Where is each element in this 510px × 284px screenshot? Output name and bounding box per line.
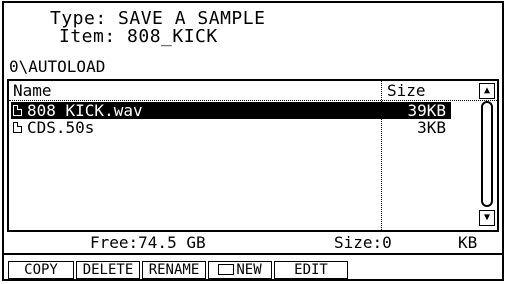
current-path: 0\AUTOLOAD: [9, 57, 106, 76]
new-button-label: NEW: [236, 262, 262, 278]
file-row-cds[interactable]: CDS.50s 3KB: [11, 119, 451, 136]
edit-button[interactable]: EDIT: [274, 261, 348, 279]
file-icon: [13, 122, 22, 133]
rename-button[interactable]: RENAME: [142, 261, 206, 279]
file-icon: [13, 105, 22, 116]
list-header: Name Size: [9, 81, 497, 101]
size-unit: KB: [458, 233, 478, 252]
function-button-bar: COPY DELETE RENAME NEW EDIT: [4, 253, 502, 279]
scroll-up-icon[interactable]: ▲: [479, 83, 495, 99]
scroll-track[interactable]: [481, 101, 493, 207]
column-header-name[interactable]: Name: [13, 82, 52, 100]
column-header-size[interactable]: Size: [387, 82, 426, 100]
save-sample-dialog: Type: SAVE A SAMPLE Item: 808_KICK 0\AUT…: [2, 1, 504, 281]
file-name: 808_KICK.wav: [27, 101, 143, 120]
scroll-down-icon[interactable]: ▼: [479, 210, 495, 226]
item-value: 808_KICK: [127, 26, 218, 47]
file-row-808-kick[interactable]: 808_KICK.wav 39KB: [11, 102, 451, 119]
free-space: Free:74.5 GB: [90, 233, 206, 252]
delete-button[interactable]: DELETE: [76, 261, 140, 279]
file-list[interactable]: Name Size 808_KICK.wav 39KB CDS.50s 3KB …: [7, 79, 499, 232]
folder-icon: [218, 263, 235, 275]
scrollbar[interactable]: ▲ ▼: [479, 83, 495, 228]
file-size: 3KB: [417, 118, 446, 137]
selection-size: Size:0: [334, 233, 392, 252]
file-name: CDS.50s: [27, 118, 95, 137]
file-size: 39KB: [407, 101, 446, 120]
new-folder-button[interactable]: NEW: [208, 261, 272, 279]
item-line: Item: 808_KICK: [59, 27, 218, 46]
copy-button[interactable]: COPY: [8, 261, 74, 279]
item-label: Item:: [59, 26, 116, 47]
